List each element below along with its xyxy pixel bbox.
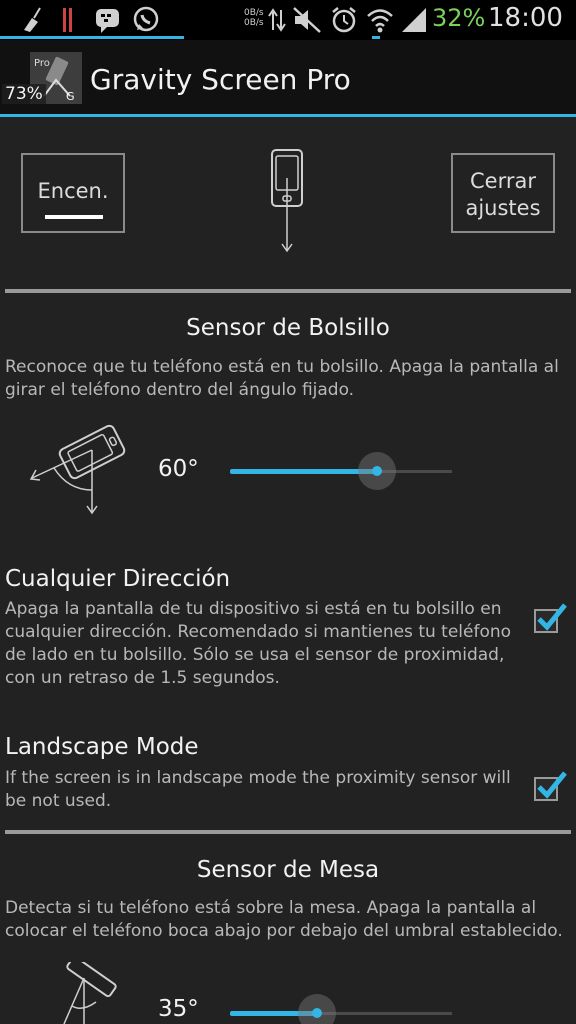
checkmark-icon (537, 603, 567, 631)
status-bar: 0B/s 0B/s 32% 18:00 (0, 0, 576, 40)
data-arrows-icon (268, 8, 286, 32)
svg-text:Pro: Pro (34, 58, 50, 69)
broom-icon (24, 7, 41, 32)
slider-thumb[interactable] (358, 452, 396, 490)
status-accent-line (0, 36, 184, 39)
sim-icon (63, 8, 72, 32)
mute-icon (293, 7, 321, 33)
close-settings-label-line2: ajustes (465, 196, 541, 220)
alarm-icon (332, 7, 356, 33)
close-settings-button[interactable]: Cerrar ajustes (451, 153, 555, 233)
bbm-icon (96, 9, 119, 33)
clock: 18:00 (488, 3, 563, 33)
signal-icon (402, 8, 426, 32)
svg-text:G: G (66, 90, 75, 103)
app-title: Gravity Screen Pro (90, 63, 351, 96)
any-direction-checkbox[interactable] (534, 603, 567, 633)
checkmark-icon (537, 771, 567, 799)
pocket-angle-slider[interactable] (230, 452, 452, 490)
any-direction-title: Cualquier Dirección (5, 566, 231, 592)
table-angle-slider[interactable] (230, 994, 452, 1024)
pocket-sensor-title: Sensor de Bolsillo (186, 315, 390, 341)
power-toggle-button[interactable]: Encen. (21, 153, 125, 233)
pocket-angle-icon (29, 424, 126, 515)
power-toggle-label: Encen. (37, 179, 109, 203)
landscape-mode-description: If the screen is in landscape mode the p… (5, 768, 511, 811)
slider-fill (230, 469, 377, 474)
wifi-icon (367, 9, 393, 33)
section-divider (5, 830, 571, 834)
any-direction-description: Apaga la pantalla de tu dispositivo si e… (5, 599, 512, 688)
phone-down-arrow-icon (271, 149, 303, 253)
table-angle-label: 35° (158, 996, 199, 1022)
pocket-angle-label: 60° (158, 456, 199, 482)
network-speed: 0B/s 0B/s (244, 8, 264, 28)
status-accent-mark (372, 36, 380, 39)
battery-badge: 73% (2, 84, 46, 104)
power-toggle-indicator (45, 215, 103, 219)
action-bar: Pro G 73% Gravity Screen Pro (0, 40, 576, 117)
close-settings-label-line1: Cerrar (470, 169, 536, 193)
section-divider (5, 289, 571, 293)
landscape-mode-checkbox[interactable] (534, 771, 567, 801)
pocket-sensor-description: Reconoce que tu teléfono está en tu bols… (5, 357, 559, 400)
table-sensor-title: Sensor de Mesa (196, 857, 380, 883)
table-sensor-description: Detecta si tu teléfono está sobre la mes… (5, 898, 563, 941)
table-angle-icon (63, 962, 117, 1024)
landscape-mode-title: Landscape Mode (5, 734, 199, 760)
whatsapp-icon (133, 6, 159, 32)
slider-thumb[interactable] (298, 994, 336, 1024)
battery-percent: 32% (432, 4, 486, 32)
